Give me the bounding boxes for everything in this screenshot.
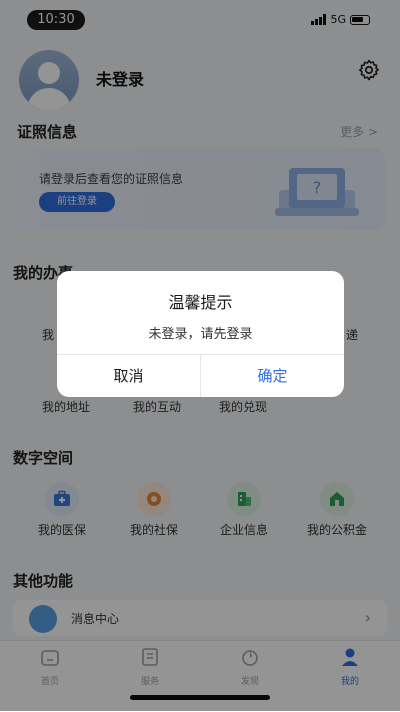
cancel-button[interactable]: 取消 — [57, 355, 200, 397]
confirm-button[interactable]: 确定 — [201, 355, 344, 397]
dialog-title: 温馨提示 — [168, 293, 233, 312]
login-prompt-dialog: 温馨提示 未登录，请先登录 取消 确定 — [57, 271, 344, 397]
dialog-message: 未登录，请先登录 — [148, 327, 253, 342]
